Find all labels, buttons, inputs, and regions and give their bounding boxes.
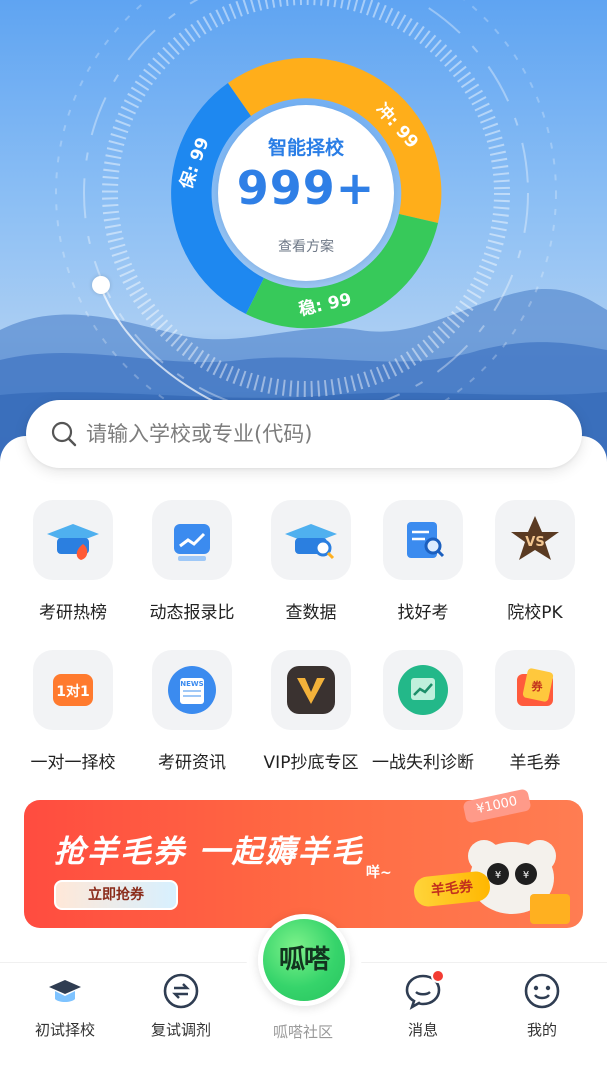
news-icon: NEWS — [152, 650, 232, 730]
search-input[interactable] — [86, 400, 556, 468]
grid-label: 查数据 — [285, 603, 337, 623]
grid-label: 动态报录比 — [149, 603, 235, 623]
svg-text:1对1: 1对1 — [56, 683, 89, 700]
one-on-one-icon: 1对1 — [33, 650, 113, 730]
grid-item-vip[interactable]: VIP抄底专区 — [251, 650, 371, 773]
search-bar[interactable] — [26, 400, 582, 468]
svg-text:¥: ¥ — [495, 870, 501, 881]
community-fab-button[interactable]: 呱嗒 — [258, 914, 350, 1006]
grid-label: VIP抄底专区 — [263, 753, 359, 773]
tab-community[interactable]: 呱嗒社区 — [243, 1013, 363, 1042]
grid-label: 羊毛券 — [509, 753, 561, 773]
svg-text:¥: ¥ — [523, 870, 529, 881]
sheep-sound-label: 咩~ — [366, 865, 392, 881]
banner-title: 抢羊毛券 一起薅羊毛 — [54, 834, 364, 870]
view-plan-link[interactable]: 查看方案 — [218, 236, 394, 256]
tab-messages[interactable]: 消息 — [363, 969, 483, 1040]
promo-banner[interactable]: 抢羊毛券 一起薅羊毛 立即抢券 ¥ ¥ — [24, 800, 583, 928]
coupon-icon: 券 — [495, 650, 575, 730]
tab-label: 呱嗒社区 — [272, 1023, 333, 1041]
vip-icon — [271, 650, 351, 730]
tab-label: 消息 — [407, 1021, 438, 1039]
grab-coupon-button[interactable]: 立即抢券 — [54, 880, 178, 910]
unread-badge — [431, 969, 445, 983]
dial-center[interactable]: 智能择校 999+ 查看方案 — [218, 105, 394, 281]
grid-item-diagnosis[interactable]: 一战失利诊断 — [363, 650, 483, 773]
grid-item-check-data[interactable]: 查数据 — [251, 500, 371, 623]
grid-label: 一战失利诊断 — [372, 753, 474, 773]
svg-text:VS: VS — [525, 535, 544, 550]
tab-label: 我的 — [526, 1021, 557, 1039]
tab-profile[interactable]: 我的 — [482, 971, 602, 1040]
grid-item-school-pk[interactable]: VS 院校PK — [475, 500, 595, 623]
dial-title: 智能择校 — [267, 137, 344, 159]
grid-item-news[interactable]: NEWS 考研资讯 — [132, 650, 252, 773]
grid-item-coupon[interactable]: 券 羊毛券 — [475, 650, 595, 773]
tab-first-exam-selection[interactable]: 初试择校 — [5, 971, 125, 1040]
profile-face-icon — [522, 971, 562, 1011]
dial-slider-handle[interactable] — [92, 276, 110, 294]
search-icon — [51, 421, 77, 447]
vs-star-icon: VS — [495, 500, 575, 580]
grid-item-find-easy[interactable]: 找好考 — [363, 500, 483, 623]
grid-label: 考研资讯 — [158, 753, 226, 773]
grid-label: 院校PK — [507, 603, 563, 623]
grid-item-hot-list[interactable]: 考研热榜 — [13, 500, 133, 623]
grid-label: 一对一择校 — [30, 753, 116, 773]
grid-label: 考研热榜 — [39, 603, 107, 623]
grid-label: 找好考 — [397, 603, 449, 623]
grid-item-one-on-one[interactable]: 1对1 一对一择校 — [13, 650, 133, 773]
data-search-cap-icon — [271, 500, 351, 580]
svg-text:券: 券 — [531, 679, 544, 693]
swap-icon — [161, 971, 201, 1011]
graduation-cap-icon — [45, 971, 85, 1011]
school-count: 999+ — [236, 161, 376, 215]
trend-chart-icon — [152, 500, 232, 580]
graduation-cap-fire-icon — [33, 500, 113, 580]
tab-retest-adjustment[interactable]: 复试调剂 — [121, 971, 241, 1040]
diagnosis-chart-icon — [383, 650, 463, 730]
message-icon — [403, 969, 445, 1011]
tab-label: 复试调剂 — [150, 1021, 211, 1039]
svg-text:NEWS: NEWS — [180, 680, 203, 688]
grid-item-admission-ratio[interactable]: 动态报录比 — [132, 500, 252, 623]
tab-label: 初试择校 — [34, 1021, 95, 1039]
document-search-icon — [383, 500, 463, 580]
